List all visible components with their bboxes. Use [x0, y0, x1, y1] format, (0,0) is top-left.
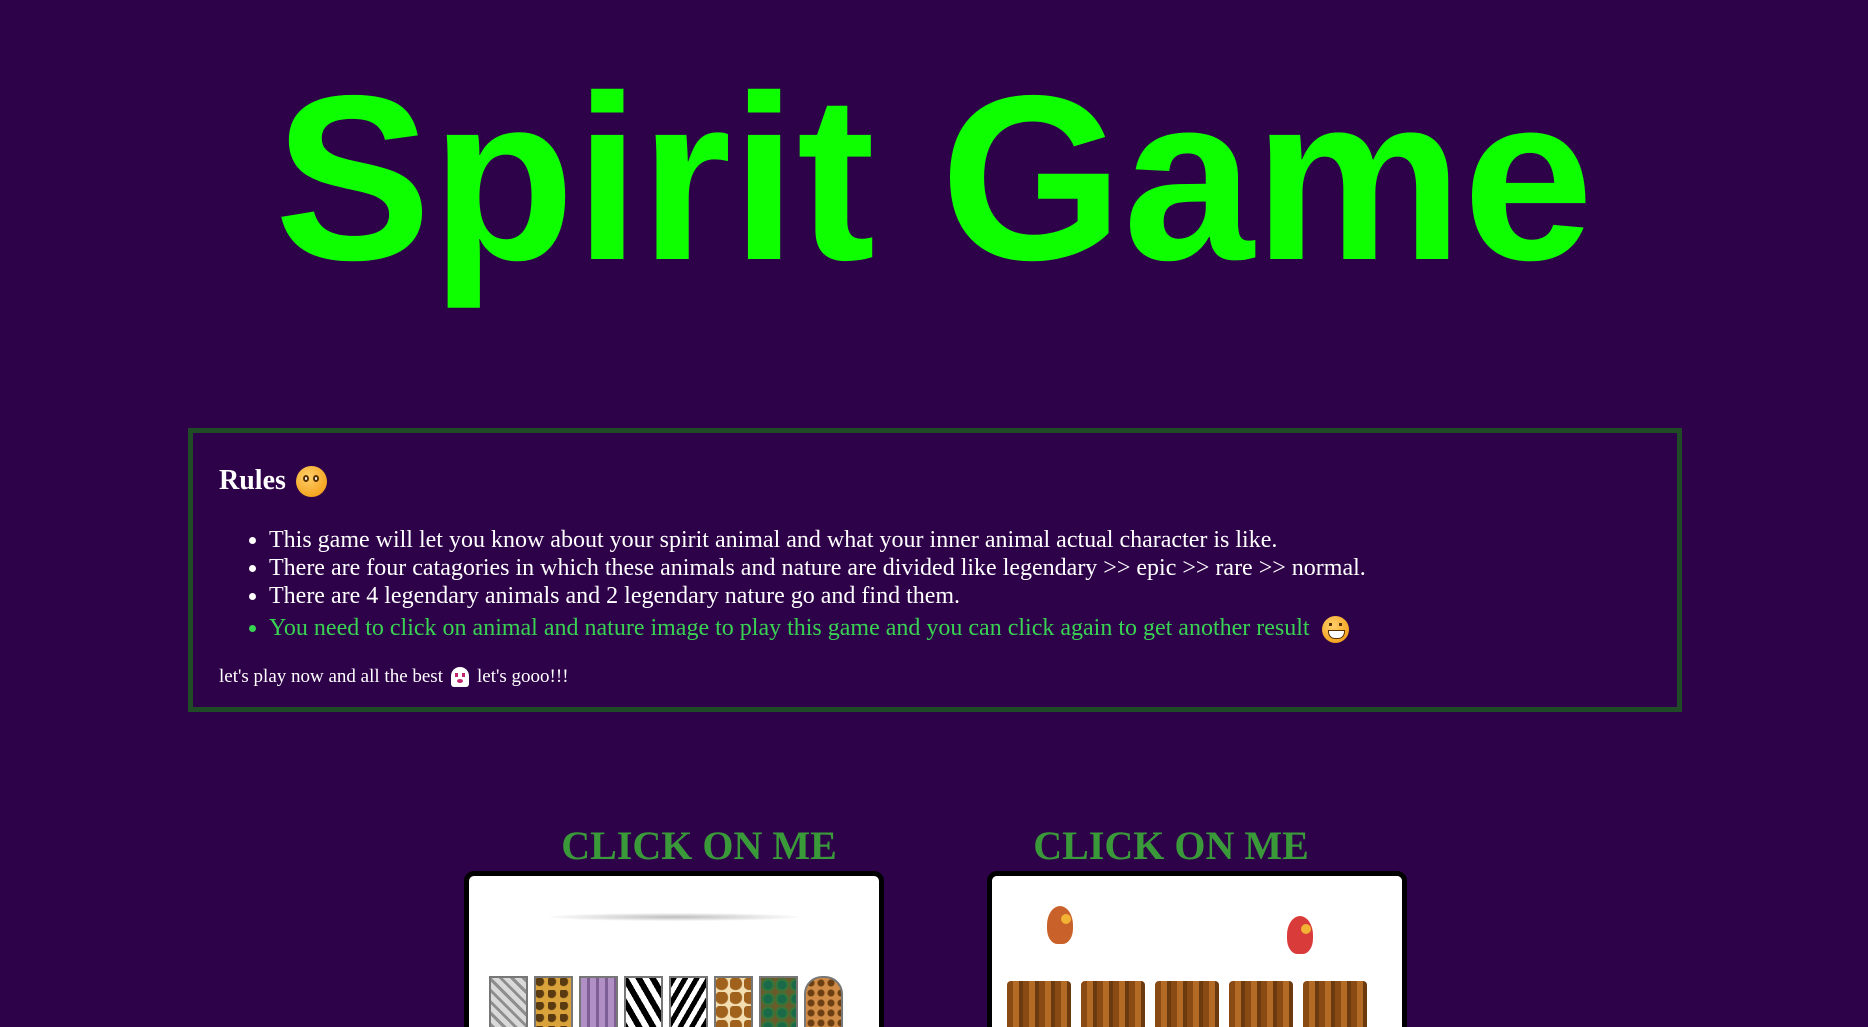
rules-footer-text-end: let's gooo!!!: [476, 666, 569, 687]
rules-heading: Rules: [219, 465, 327, 497]
wood-letter-tile: [1229, 981, 1293, 1027]
bird-icon: [1047, 906, 1073, 944]
wood-letter-tile: [1303, 981, 1367, 1027]
letter-tile: [714, 976, 753, 1027]
page-title: Spirit Game: [274, 46, 1594, 309]
letter-tile: [579, 976, 618, 1027]
bird-icon: [1287, 916, 1313, 954]
wood-letter-tile: [1007, 981, 1071, 1027]
nature-card-label: CLICK ON ME: [1033, 823, 1309, 868]
animals-image-shadow: [549, 913, 799, 921]
rules-footer-text-start: let's play now and all the best: [219, 666, 443, 687]
nature-image-button[interactable]: [987, 871, 1407, 1027]
rule-item: There are four catagories in which these…: [269, 554, 1366, 582]
letter-tile: [804, 976, 843, 1027]
smiling-face-icon: [295, 465, 327, 497]
rules-heading-label: Rules: [219, 465, 286, 496]
ghost-icon: [450, 667, 469, 687]
rules-footer: let's play now and all the best let's go…: [219, 666, 569, 688]
grinning-face-icon: [1321, 615, 1349, 643]
rule-item-highlight: You need to click on animal and nature i…: [269, 614, 1366, 643]
animals-image-button[interactable]: [464, 871, 884, 1027]
rule-item: There are 4 legendary animals and 2 lege…: [269, 582, 1366, 610]
rules-panel: Rules This game will let you know about …: [188, 428, 1682, 712]
animals-card-label: CLICK ON ME: [561, 823, 837, 868]
wood-letter-tile: [1081, 981, 1145, 1027]
nature-wordmark-image: [1007, 981, 1367, 1027]
rule-item: This game will let you know about your s…: [269, 526, 1366, 554]
animals-wordmark-image: [489, 976, 843, 1027]
letter-tile: [489, 976, 528, 1027]
rules-list: This game will let you know about your s…: [219, 526, 1366, 643]
letter-tile: [759, 976, 798, 1027]
rule-item-highlight-text: You need to click on animal and nature i…: [269, 615, 1310, 641]
letter-tile: [534, 976, 573, 1027]
letter-tile: [669, 976, 708, 1027]
letter-tile: [624, 976, 663, 1027]
wood-letter-tile: [1155, 981, 1219, 1027]
